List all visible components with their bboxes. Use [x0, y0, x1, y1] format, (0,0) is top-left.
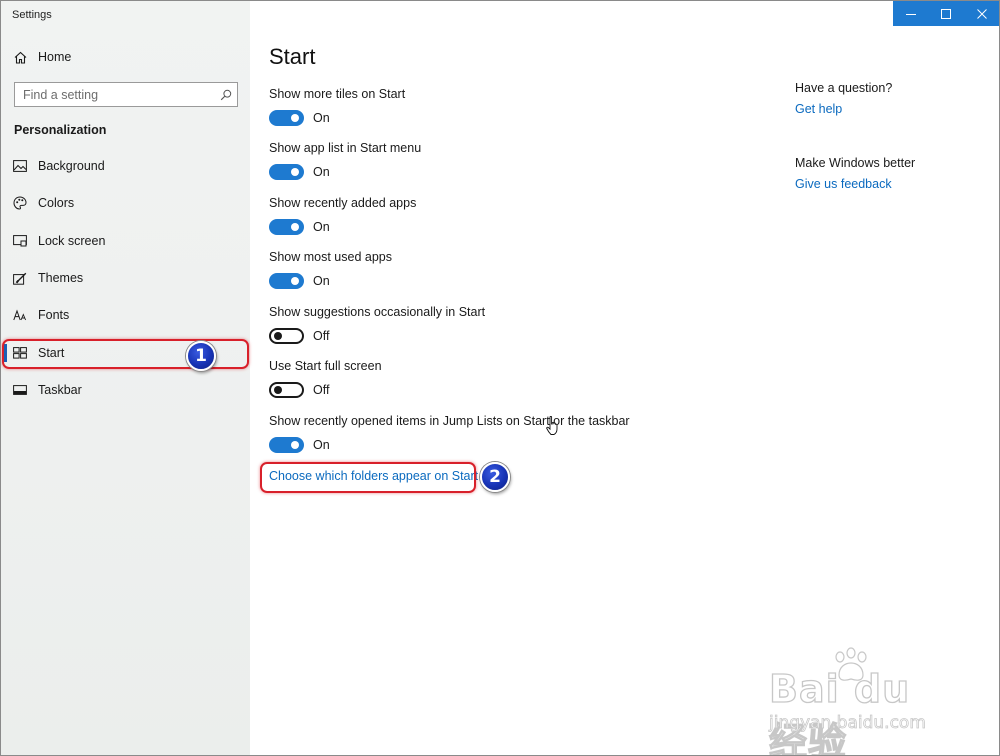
feedback-link[interactable]: Give us feedback: [795, 177, 915, 191]
setting-label: Show most used apps: [269, 250, 392, 264]
toggle-state: Off: [313, 383, 330, 397]
palette-icon: [13, 196, 27, 210]
close-button[interactable]: [964, 1, 999, 26]
sidebar-item-colors[interactable]: Colors: [1, 185, 250, 221]
toggle-state: On: [313, 438, 330, 452]
setting-jump-lists: Show recently opened items in Jump Lists…: [269, 414, 689, 453]
help-heading: Have a question?: [795, 81, 893, 95]
setting-label: Use Start full screen: [269, 359, 382, 373]
section-heading: Personalization: [14, 123, 107, 137]
step-badge-1: 1: [186, 341, 216, 371]
setting-label: Show app list in Start menu: [269, 141, 422, 155]
baidu-watermark: Bai du 经验 jingyan.baidu.com: [761, 647, 961, 755]
help-section: Have a question? Get help: [795, 81, 892, 116]
minimize-button[interactable]: [893, 1, 929, 26]
toggle-switch[interactable]: [269, 273, 304, 289]
fonts-icon: [13, 308, 27, 322]
step-badge-2: 2: [480, 462, 510, 492]
sidebar-item-lock-screen[interactable]: Lock screen: [1, 223, 250, 259]
setting-label: Show recently added apps: [269, 196, 417, 210]
mouse-cursor-icon: [546, 415, 558, 441]
themes-icon: [13, 271, 27, 285]
sidebar-item-label: Fonts: [38, 308, 70, 322]
page-title: Start: [269, 44, 316, 69]
sidebar-item-fonts[interactable]: Fonts: [1, 297, 250, 333]
toggle-state: On: [313, 111, 330, 125]
setting-label: Show suggestions occasionally in Start: [269, 305, 486, 319]
close-icon: [977, 8, 987, 19]
toggle-state: On: [313, 165, 330, 179]
window-caption-buttons: [893, 1, 999, 26]
toggle-state: On: [313, 220, 330, 234]
toggle-knob: [291, 114, 299, 122]
toggle-switch[interactable]: [269, 437, 304, 453]
get-help-link[interactable]: Get help: [795, 102, 892, 116]
maximize-button[interactable]: [929, 1, 965, 26]
sidebar-item-home[interactable]: Home: [1, 39, 250, 75]
lock-screen-icon: [13, 234, 27, 248]
toggle-state: On: [313, 274, 330, 288]
minimize-icon: [905, 13, 916, 15]
toggle-knob: [291, 223, 299, 231]
sidebar-item-label: Home: [38, 50, 72, 64]
annotation-highlight-folders: [260, 462, 476, 493]
sidebar-item-taskbar[interactable]: Taskbar: [1, 372, 250, 408]
search-input[interactable]: [15, 87, 210, 102]
settings-window: Settings Home Personalization Background: [0, 0, 1000, 756]
toggle-knob: [291, 168, 299, 176]
feedback-section: Make Windows better Give us feedback: [795, 156, 915, 191]
image-icon: [13, 159, 27, 173]
sidebar-item-label: Lock screen: [38, 234, 106, 248]
app-title: Settings: [12, 9, 52, 21]
toggle-knob: [274, 332, 282, 340]
toggle-switch[interactable]: [269, 382, 304, 398]
sidebar-item-label: Background: [38, 159, 105, 173]
search-icon[interactable]: [220, 88, 232, 106]
toggle-switch[interactable]: [269, 219, 304, 235]
taskbar-icon: [13, 383, 27, 397]
setting-suggestions: Show suggestions occasionally in Start O…: [269, 305, 689, 344]
sidebar-item-label: Themes: [38, 271, 84, 285]
toggle-switch[interactable]: [269, 164, 304, 180]
home-icon: [13, 50, 27, 64]
setting-label: Show more tiles on Start: [269, 87, 406, 101]
search-field[interactable]: [14, 82, 238, 107]
toggle-state: Off: [313, 329, 330, 343]
toggle-knob: [291, 277, 299, 285]
sidebar-item-label: Colors: [38, 196, 75, 210]
feedback-heading: Make Windows better: [795, 156, 916, 170]
toggle-knob: [291, 441, 299, 449]
toggle-knob: [274, 386, 282, 394]
toggle-switch[interactable]: [269, 110, 304, 126]
sidebar-item-themes[interactable]: Themes: [1, 260, 250, 296]
setting-show-app-list: Show app list in Start menu On: [269, 141, 689, 180]
toggle-switch[interactable]: [269, 328, 304, 344]
sidebar: Settings Home Personalization Background: [1, 1, 250, 755]
setting-show-more-tiles: Show more tiles on Start On: [269, 87, 689, 126]
setting-label: Show recently opened items in Jump Lists…: [269, 414, 630, 428]
sidebar-item-background[interactable]: Background: [1, 148, 250, 184]
maximize-icon: [941, 8, 952, 19]
setting-recently-added-apps: Show recently added apps On: [269, 196, 689, 235]
setting-most-used-apps: Show most used apps On: [269, 250, 689, 289]
watermark-brand: Bai du 经验: [768, 666, 911, 756]
sidebar-item-label: Taskbar: [38, 383, 82, 397]
watermark-url: jingyan.baidu.com: [769, 713, 927, 734]
setting-full-screen: Use Start full screen Off: [269, 359, 689, 398]
